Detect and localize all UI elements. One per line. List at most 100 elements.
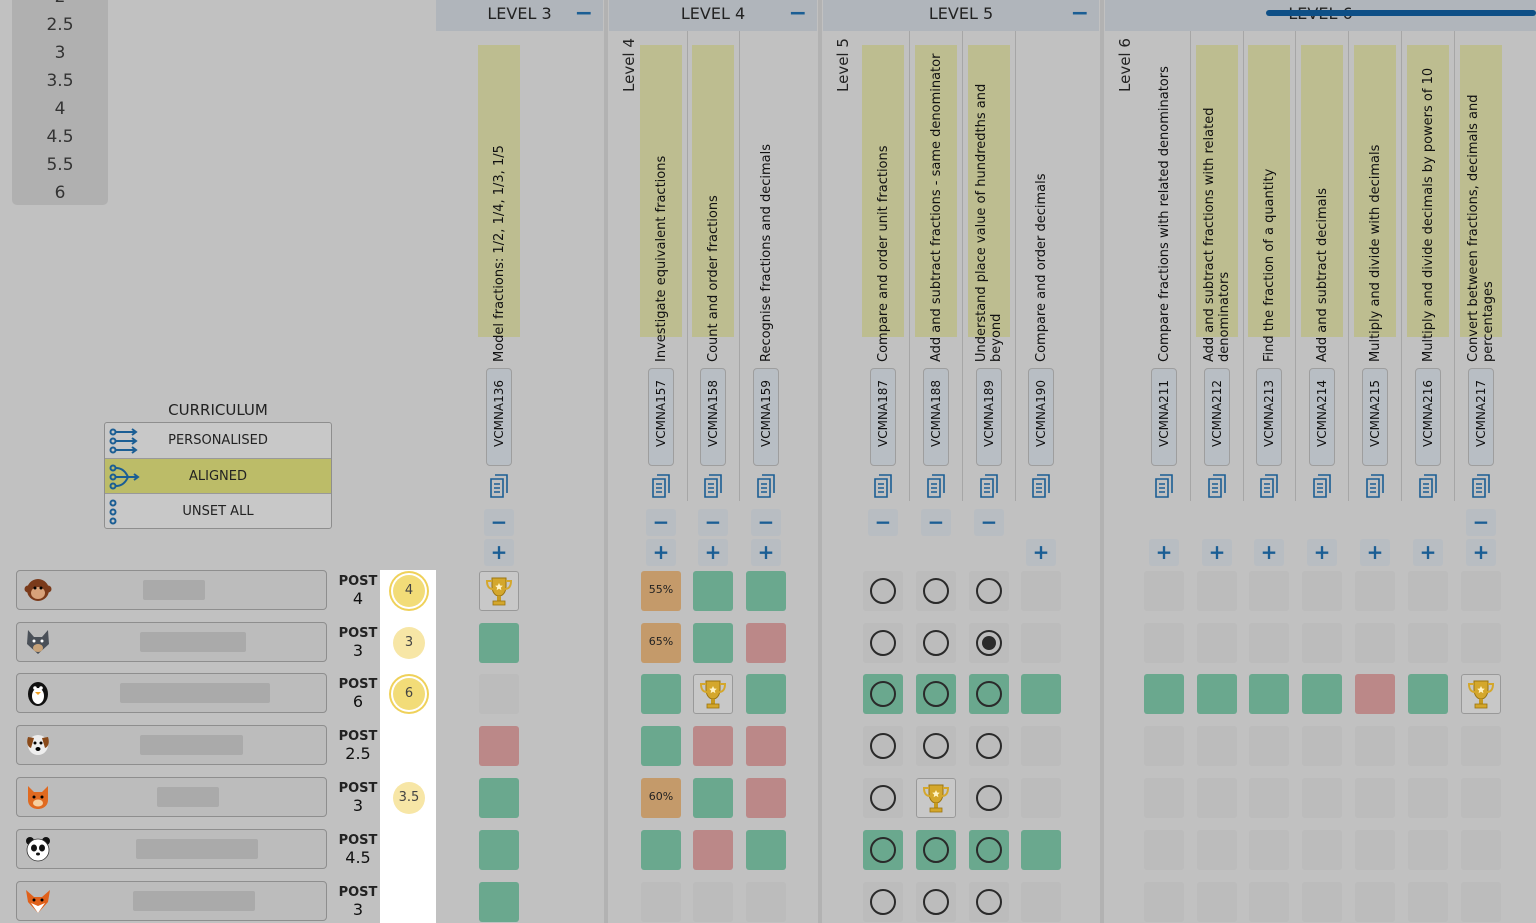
remove-button[interactable]: − xyxy=(921,509,951,536)
mastery-cell[interactable] xyxy=(641,674,681,714)
mastery-cell[interactable] xyxy=(479,623,519,663)
add-button[interactable]: + xyxy=(1026,539,1056,566)
document-icon[interactable] xyxy=(1310,473,1334,499)
mastery-cell[interactable] xyxy=(1197,674,1237,714)
mastery-cell[interactable] xyxy=(1302,674,1342,714)
mastery-cell[interactable] xyxy=(969,674,1009,714)
add-button[interactable]: + xyxy=(646,539,676,566)
document-icon[interactable] xyxy=(754,473,778,499)
mastery-cell[interactable] xyxy=(1408,778,1448,818)
mastery-cell[interactable] xyxy=(1249,571,1289,611)
mastery-cell[interactable] xyxy=(693,726,733,766)
add-button[interactable]: + xyxy=(1413,539,1443,566)
mastery-cell[interactable] xyxy=(1249,674,1289,714)
mastery-cell[interactable] xyxy=(1021,726,1061,766)
mastery-cell[interactable] xyxy=(693,882,733,922)
document-icon[interactable] xyxy=(1029,473,1053,499)
level-item[interactable]: 4 xyxy=(12,95,108,123)
mastery-cell[interactable] xyxy=(693,623,733,663)
standard-code-tag[interactable]: VCMNA189 xyxy=(976,368,1002,466)
document-icon[interactable] xyxy=(1363,473,1387,499)
mastery-cell[interactable] xyxy=(916,571,956,611)
collapse-level-3-button[interactable]: − xyxy=(575,2,593,26)
mastery-cell[interactable] xyxy=(479,674,519,714)
mastery-cell[interactable] xyxy=(916,623,956,663)
level-item[interactable]: 3.5 xyxy=(12,67,108,95)
mastery-cell[interactable] xyxy=(693,571,733,611)
mastery-cell[interactable] xyxy=(1144,571,1184,611)
mastery-cell[interactable] xyxy=(969,778,1009,818)
student-row[interactable] xyxy=(16,829,327,869)
mastery-cell[interactable] xyxy=(1144,830,1184,870)
add-button[interactable]: + xyxy=(751,539,781,566)
level-item[interactable]: 6 xyxy=(12,179,108,207)
mastery-cell[interactable] xyxy=(479,726,519,766)
mastery-cell[interactable] xyxy=(1461,571,1501,611)
remove-button[interactable]: − xyxy=(484,509,514,536)
document-icon[interactable] xyxy=(649,473,673,499)
mastery-cell[interactable] xyxy=(1302,623,1342,663)
mastery-cell[interactable] xyxy=(641,830,681,870)
mastery-cell[interactable] xyxy=(746,882,786,922)
horizontal-scrollbar[interactable] xyxy=(1266,10,1536,16)
mastery-cell[interactable] xyxy=(1355,830,1395,870)
mastery-cell[interactable] xyxy=(863,674,903,714)
standard-code-tag[interactable]: VCMNA215 xyxy=(1362,368,1388,466)
mastery-cell[interactable] xyxy=(1461,623,1501,663)
mastery-cell[interactable] xyxy=(1302,882,1342,922)
mastery-cell[interactable] xyxy=(1302,830,1342,870)
mastery-cell[interactable] xyxy=(1021,623,1061,663)
mastery-cell[interactable] xyxy=(969,882,1009,922)
level-item[interactable]: 5.5 xyxy=(12,151,108,179)
document-icon[interactable] xyxy=(924,473,948,499)
trophy-cell[interactable] xyxy=(479,571,519,611)
remove-button[interactable]: − xyxy=(868,509,898,536)
collapse-level-4-button[interactable]: − xyxy=(789,2,807,26)
mastery-cell[interactable] xyxy=(1197,571,1237,611)
aligned-option[interactable]: ALIGNED xyxy=(105,458,331,493)
student-row[interactable] xyxy=(16,622,327,662)
mastery-cell[interactable] xyxy=(746,674,786,714)
mastery-cell[interactable] xyxy=(863,778,903,818)
add-button[interactable]: + xyxy=(698,539,728,566)
mastery-cell[interactable] xyxy=(693,778,733,818)
mastery-cell[interactable] xyxy=(746,830,786,870)
standard-code-tag[interactable]: VCMNA136 xyxy=(486,368,512,466)
standard-code-tag[interactable]: VCMNA217 xyxy=(1468,368,1494,466)
mastery-cell[interactable] xyxy=(1197,830,1237,870)
mastery-cell[interactable] xyxy=(1302,778,1342,818)
standard-code-tag[interactable]: VCMNA159 xyxy=(753,368,779,466)
level-badge[interactable]: 3.5 xyxy=(393,782,425,814)
remove-button[interactable]: − xyxy=(1466,509,1496,536)
mastery-cell[interactable] xyxy=(1408,623,1448,663)
remove-button[interactable]: − xyxy=(751,509,781,536)
mastery-cell[interactable] xyxy=(1302,726,1342,766)
mastery-cell[interactable] xyxy=(1461,778,1501,818)
level-badge[interactable]: 4 xyxy=(393,575,425,607)
mastery-cell[interactable] xyxy=(1355,778,1395,818)
mastery-cell[interactable] xyxy=(1249,882,1289,922)
mastery-cell[interactable] xyxy=(1461,830,1501,870)
mastery-cell[interactable] xyxy=(1144,882,1184,922)
document-icon[interactable] xyxy=(1416,473,1440,499)
mastery-cell[interactable] xyxy=(1021,674,1061,714)
document-icon[interactable] xyxy=(1205,473,1229,499)
mastery-cell[interactable] xyxy=(1021,571,1061,611)
mastery-cell[interactable] xyxy=(746,623,786,663)
mastery-cell[interactable] xyxy=(1144,726,1184,766)
mastery-cell[interactable] xyxy=(1021,778,1061,818)
mastery-cell[interactable] xyxy=(1249,830,1289,870)
mastery-cell[interactable] xyxy=(1408,571,1448,611)
standard-code-tag[interactable]: VCMNA158 xyxy=(700,368,726,466)
remove-button[interactable]: − xyxy=(646,509,676,536)
mastery-cell[interactable] xyxy=(1249,778,1289,818)
mastery-cell[interactable] xyxy=(1408,882,1448,922)
level-badge[interactable]: 3 xyxy=(393,627,425,659)
student-row[interactable] xyxy=(16,570,327,610)
mastery-cell[interactable] xyxy=(1355,571,1395,611)
mastery-cell[interactable] xyxy=(969,830,1009,870)
add-button[interactable]: + xyxy=(484,539,514,566)
mastery-cell[interactable] xyxy=(479,778,519,818)
mastery-cell[interactable] xyxy=(1355,726,1395,766)
add-button[interactable]: + xyxy=(1466,539,1496,566)
